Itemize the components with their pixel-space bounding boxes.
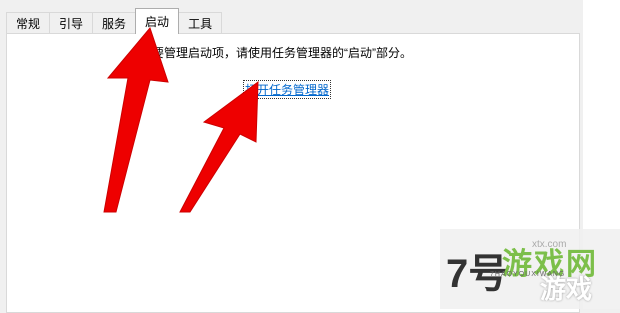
site-watermark: 7号 游戏网 xtx.com 7HAOYOUXIWANG 游戏 (440, 229, 620, 309)
system-configuration-window: 常规 引导 服务 启动 工具 要管理启动项，请使用任务管理器的“启动”部分。 打… (0, 0, 620, 313)
watermark-logo: 7号 (446, 252, 509, 296)
startup-info-text: 要管理启动项，请使用任务管理器的“启动”部分。 (152, 46, 412, 60)
watermark-url: xtx.com (532, 239, 567, 250)
tab-services[interactable]: 服务 (92, 12, 137, 34)
open-task-manager-link[interactable]: 打开任务管理器 (242, 80, 332, 99)
tab-tools[interactable]: 工具 (178, 12, 223, 34)
tab-general[interactable]: 常规 (6, 12, 51, 34)
watermark-bottom-text: 游戏 (540, 274, 593, 304)
tab-startup[interactable]: 启动 (135, 8, 180, 34)
tab-boot[interactable]: 引导 (49, 12, 94, 34)
tab-bar: 常规 引导 服务 启动 工具 (6, 8, 223, 34)
